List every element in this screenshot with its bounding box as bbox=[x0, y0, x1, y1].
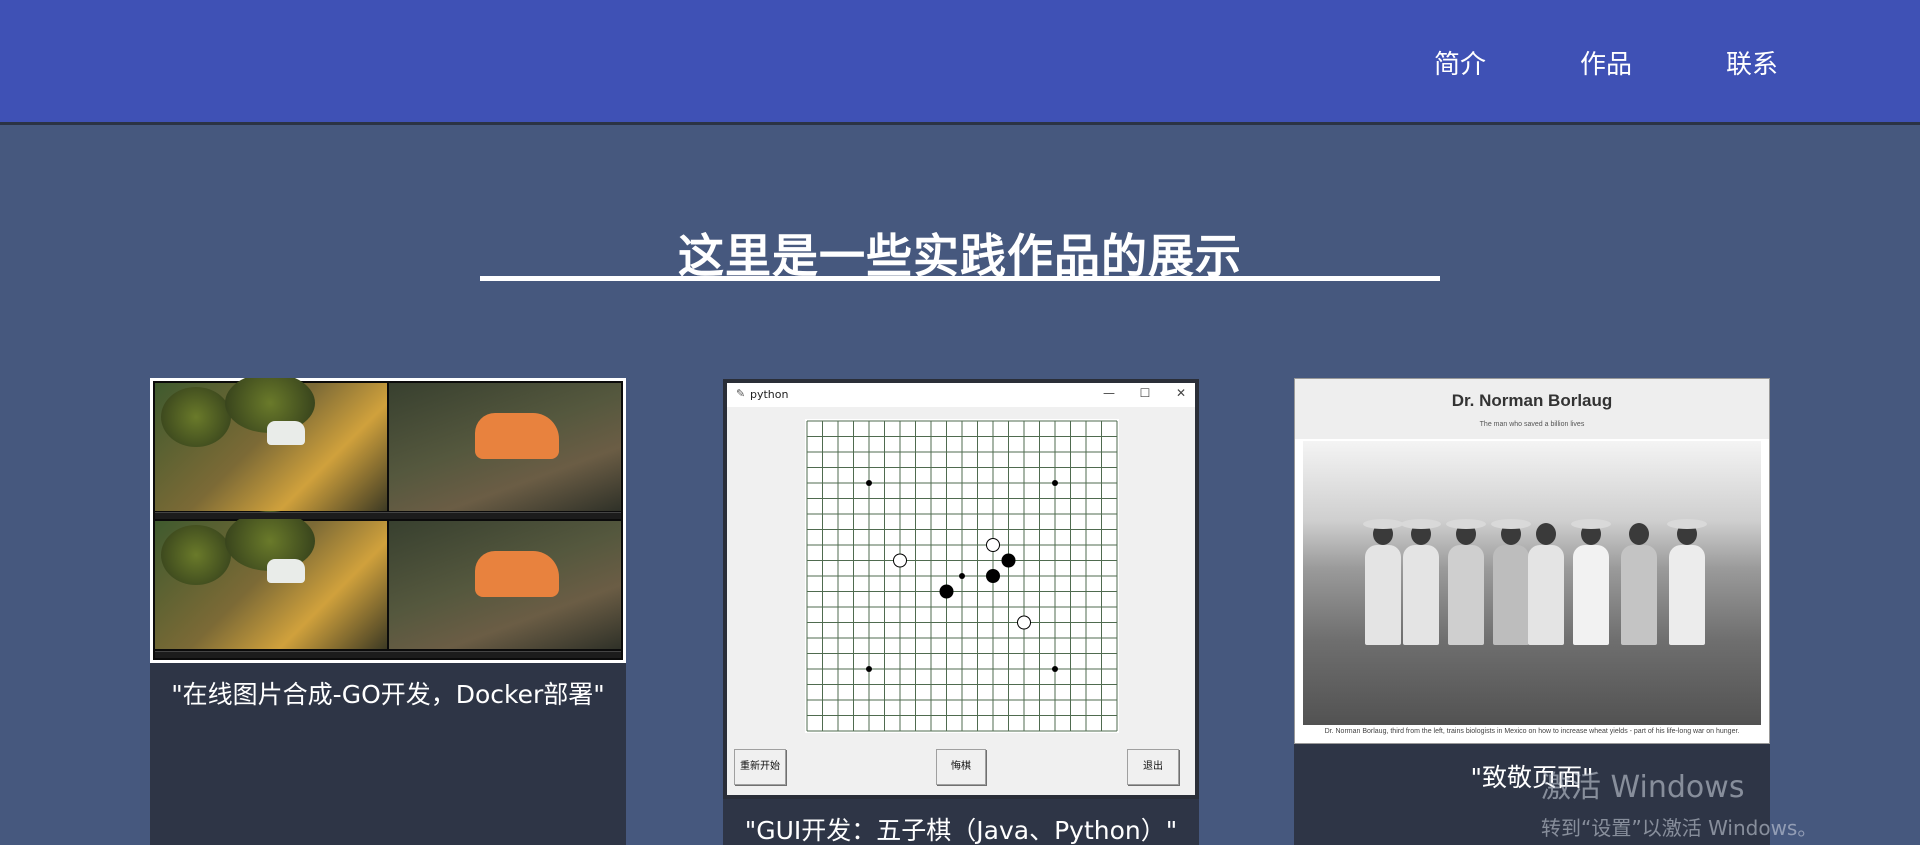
board-star-point bbox=[1052, 666, 1058, 672]
tribute-photo-caption: Dr. Norman Borlaug, third from the left,… bbox=[1324, 728, 1740, 735]
nav-link-contact[interactable]: 联系 bbox=[1679, 44, 1825, 81]
white-stone bbox=[1017, 615, 1031, 630]
watermark-line-1: 激活 Windows bbox=[1541, 770, 1745, 805]
window-titlebar: ✎ python — ☐ ✕ bbox=[727, 383, 1195, 407]
undo-button[interactable]: 悔棋 bbox=[936, 749, 986, 785]
gomoku-board-grid[interactable] bbox=[805, 419, 1119, 733]
close-icon[interactable]: ✕ bbox=[1171, 386, 1191, 400]
board-star-point bbox=[959, 573, 965, 579]
project-thumbnail-gomoku-window[interactable]: ✎ python — ☐ ✕ 重新开始 悔棋 退出 bbox=[723, 379, 1199, 799]
top-header: 简介 作品 联系 bbox=[0, 0, 1920, 125]
maximize-icon[interactable]: ☐ bbox=[1135, 386, 1155, 400]
windows-activation-watermark: 激活 Windows 转到“设置”以激活 Windows。 bbox=[1541, 762, 1817, 841]
white-stone bbox=[893, 553, 907, 568]
project-caption: "GUI开发：五子棋（Java、Python）" bbox=[744, 816, 1178, 845]
board-star-point bbox=[866, 666, 872, 672]
black-stone bbox=[1001, 553, 1016, 568]
quit-button[interactable]: 退出 bbox=[1127, 749, 1179, 785]
project-caption: "在线图片合成-GO开发，Docker部署" bbox=[171, 680, 605, 709]
project-thumbnail-surveillance[interactable] bbox=[150, 378, 626, 663]
black-stone bbox=[939, 584, 954, 599]
minimize-icon[interactable]: — bbox=[1099, 386, 1119, 400]
project-card-image-synthesis[interactable]: "在线图片合成-GO开发，Docker部署" bbox=[150, 378, 626, 845]
feather-icon: ✎ bbox=[736, 387, 746, 400]
main-nav: 简介 作品 联系 bbox=[1387, 44, 1825, 81]
tribute-header: Dr. Norman Borlaug The man who saved a b… bbox=[1295, 379, 1769, 439]
window-title: python bbox=[750, 388, 789, 401]
tribute-title: Dr. Norman Borlaug bbox=[1451, 391, 1613, 410]
nav-link-works[interactable]: 作品 bbox=[1533, 44, 1679, 81]
tribute-photo bbox=[1303, 441, 1761, 725]
board-star-point bbox=[866, 480, 872, 486]
white-stone bbox=[986, 538, 1000, 552]
project-thumbnail-tribute-page[interactable]: Dr. Norman Borlaug The man who saved a b… bbox=[1294, 378, 1770, 744]
gomoku-board[interactable] bbox=[805, 419, 1119, 733]
nav-link-intro[interactable]: 简介 bbox=[1387, 44, 1533, 81]
tribute-subtitle: The man who saved a billion lives bbox=[1479, 421, 1585, 428]
watermark-line-2: 转到“设置”以激活 Windows。 bbox=[1541, 816, 1818, 840]
project-card-gomoku[interactable]: ✎ python — ☐ ✕ 重新开始 悔棋 退出 "GUI开发：五子棋（Jav… bbox=[723, 379, 1199, 845]
board-star-point bbox=[1052, 480, 1058, 486]
restart-button[interactable]: 重新开始 bbox=[734, 749, 786, 785]
black-stone bbox=[986, 569, 1000, 583]
title-underline bbox=[480, 276, 1440, 281]
